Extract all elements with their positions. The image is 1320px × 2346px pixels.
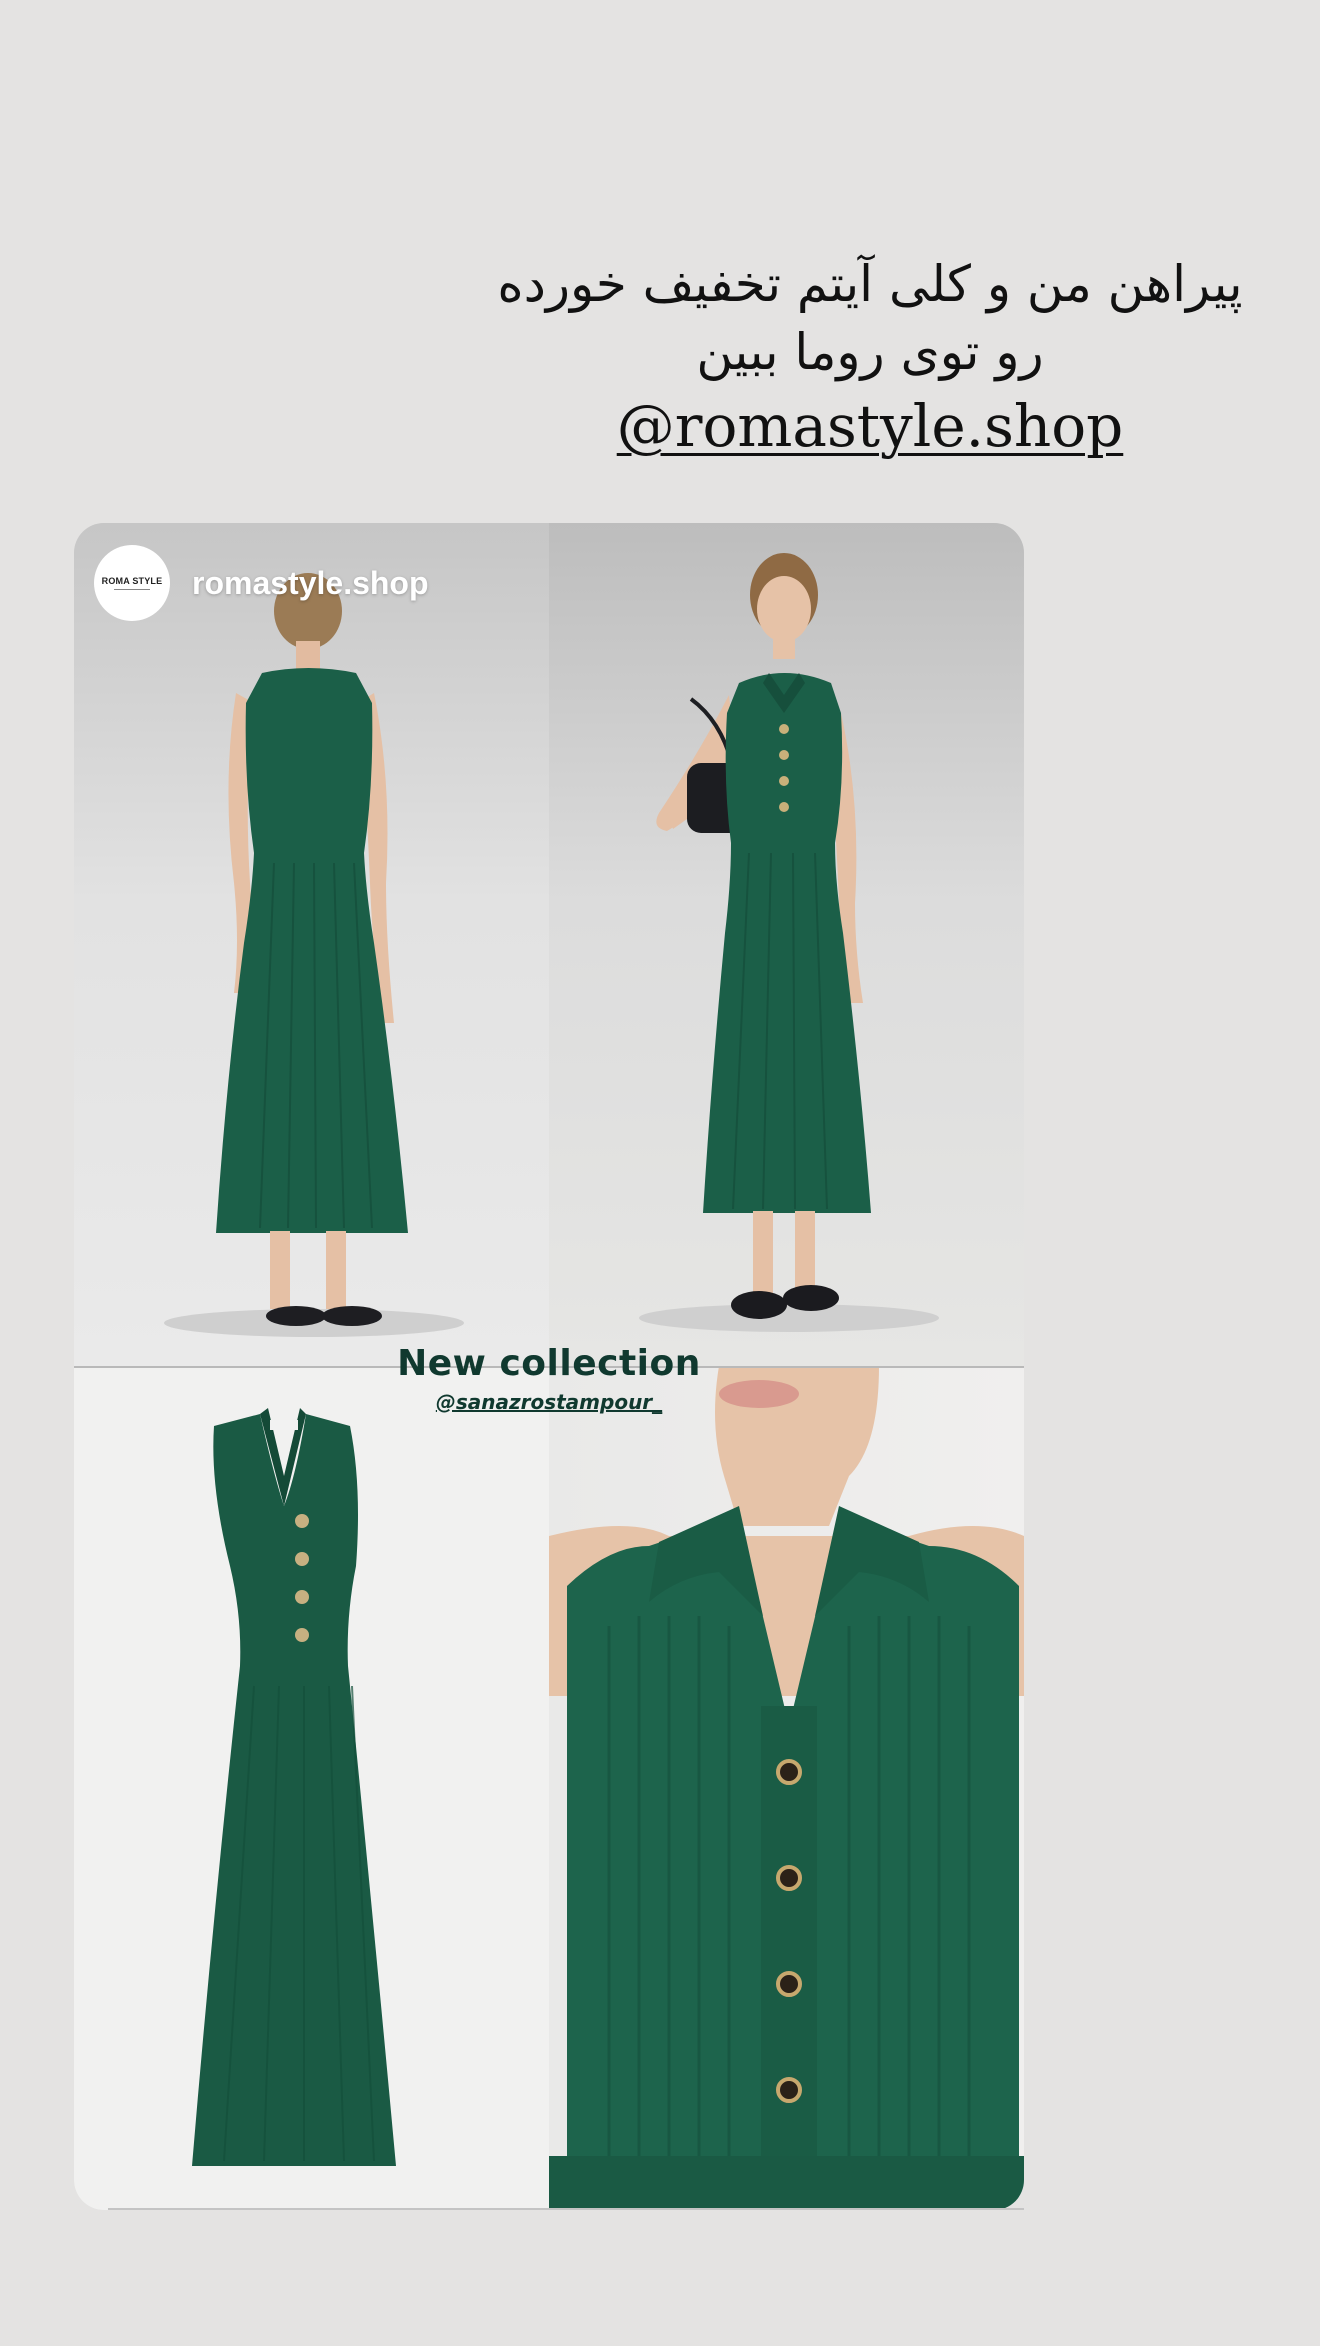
post-username[interactable]: romastyle.shop	[192, 565, 429, 602]
avatar-logo-text: ROMA STYLE	[101, 576, 163, 586]
bottom-separator	[108, 2208, 1024, 2210]
avatar-logo-rule	[114, 589, 150, 590]
shop-mention-link[interactable]: @romastyle.shop	[480, 386, 1260, 466]
shared-post-card[interactable]: ROMA STYLE romastyle.shop New collection…	[74, 523, 1024, 2210]
photo-front-view	[549, 523, 1024, 1366]
overlay-title: New collection	[397, 1343, 701, 1384]
photo-back-view: ROMA STYLE romastyle.shop	[74, 523, 549, 1366]
caption-line-1: پیراهن من و کلی آیتم تخفیف خورده	[497, 255, 1243, 313]
collection-overlay: New collection @sanazrostampour_	[374, 1343, 724, 1414]
photo-product-flat	[74, 1366, 549, 2210]
photo-detail-closeup	[549, 1366, 1024, 2210]
caption-line-2: رو توی روما ببین	[696, 323, 1044, 381]
overlay-mention[interactable]: @sanazrostampour_	[374, 1390, 724, 1414]
shop-avatar[interactable]: ROMA STYLE	[94, 545, 170, 621]
post-header[interactable]: ROMA STYLE romastyle.shop	[94, 545, 429, 621]
story-caption: پیراهن من و کلی آیتم تخفیف خورده رو توی …	[480, 250, 1260, 466]
